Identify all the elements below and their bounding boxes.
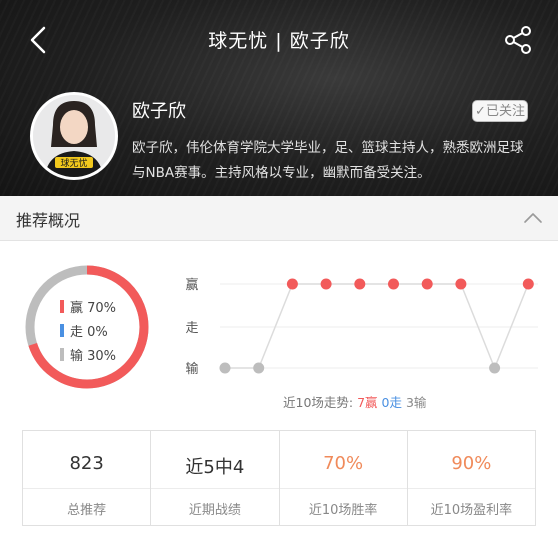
stat-label: 近10场盈利率 [430, 503, 513, 518]
trend-point [421, 278, 433, 290]
page-title: 球无忧 | 欧子欣 [208, 30, 350, 52]
trend-point [354, 278, 366, 290]
legend-draw: 走 0% [60, 318, 116, 342]
stat-value: 90% [451, 453, 492, 474]
profile-bio: 欧子欣，伟伦体育学院大学毕业，足、篮球主持人，熟悉欧洲足球与NBA赛事。主持风格… [132, 140, 524, 181]
avatar-logo-text: 球无忧 [60, 157, 87, 169]
divider [407, 488, 535, 489]
recent-trend-chart: 赢走输 [185, 277, 538, 377]
win-swatch [60, 299, 64, 313]
divider [23, 488, 151, 489]
legend-win: 赢 70% [60, 294, 116, 318]
trend-point [286, 278, 298, 290]
divider [151, 488, 279, 489]
trend-summary: 近10场走势: 7赢 0走 3输 [283, 392, 426, 411]
profile-name: 欧子欣 [132, 101, 186, 122]
section-header[interactable]: 推荐概况 [0, 196, 558, 241]
stat-label: 总推荐 [67, 503, 107, 518]
stat-value: 70% [323, 453, 364, 474]
avatar[interactable]: 球无忧 [30, 92, 118, 180]
share-icon[interactable] [502, 24, 534, 56]
trend-point [522, 278, 534, 290]
trend-draw-count: 0走 [381, 395, 402, 410]
stat-profit-rate: 90% 近10场盈利率 [407, 431, 535, 525]
y-axis-label: 赢 [185, 277, 198, 293]
stat-label: 近期战绩 [188, 503, 241, 518]
chevron-up-icon[interactable] [522, 208, 544, 228]
follow-button[interactable]: ✓已关注 [472, 100, 528, 122]
stats-table: 823 总推荐 近5中4 近期战绩 70% 近10场胜率 90% 近10场盈利率 [22, 430, 536, 526]
stat-win-rate: 70% 近10场胜率 [279, 431, 408, 525]
trend-point [320, 278, 332, 290]
trend-summary-prefix: 近10场走势: [283, 395, 354, 410]
trend-loss-count: 3输 [405, 395, 427, 410]
avatar-image: 球无忧 [33, 95, 115, 177]
profile-header: 球无忧 | 欧子欣 球无忧 欧子欣 ✓已关注 欧子欣，伟伦体育学院大学毕业，足、… [0, 0, 558, 196]
trend-point [388, 278, 399, 290]
trend-point [253, 362, 265, 374]
stat-value: 823 [69, 453, 104, 474]
trend-line [225, 283, 529, 371]
stat-value: 近5中4 [185, 457, 245, 478]
trend-point [219, 362, 231, 374]
loss-swatch [60, 347, 64, 361]
y-axis-label: 输 [185, 361, 198, 377]
legend-loss: 输 30% [60, 342, 116, 366]
section-title: 推荐概况 [16, 211, 81, 230]
y-axis-label: 走 [185, 321, 198, 336]
trend-win-count: 7赢 [357, 395, 378, 410]
stat-recent-record: 近5中4 近期战绩 [151, 431, 280, 525]
trend-point [489, 362, 501, 374]
legend-win-label: 赢 70% [70, 300, 117, 316]
draw-swatch [60, 323, 64, 337]
ratio-legend: 赢 70% 走 0% 输 30% [60, 294, 116, 366]
trend-point [455, 278, 467, 290]
legend-draw-label: 走 0% [70, 324, 108, 340]
legend-loss-label: 输 30% [70, 348, 117, 364]
stat-label: 近10场胜率 [308, 503, 378, 518]
divider [279, 488, 407, 489]
stat-total-recommendations: 823 总推荐 [23, 431, 152, 525]
